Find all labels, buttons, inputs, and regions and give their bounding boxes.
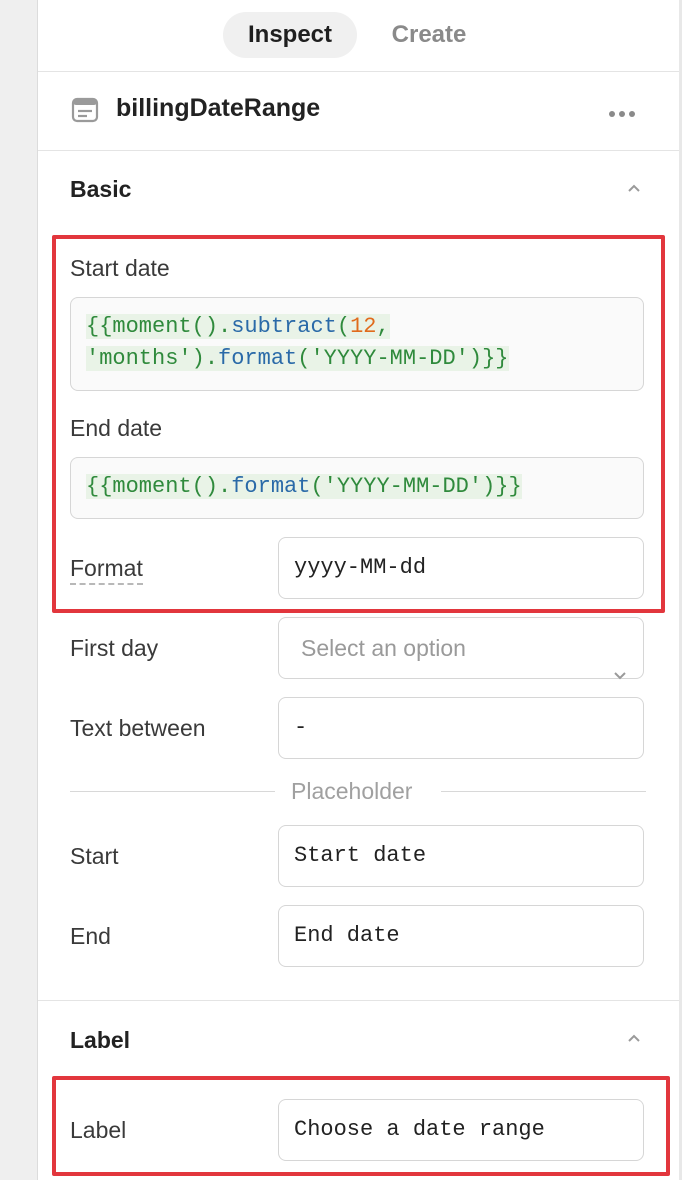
highlight-box-dates [52,235,665,613]
text-between-input[interactable]: - [278,697,644,759]
highlight-box-label [52,1076,670,1176]
first-day-label: First day [70,635,159,661]
first-day-select[interactable]: Select an option [278,617,644,680]
panel-tabs: Inspect Create [38,0,679,72]
tab-inspect[interactable]: Inspect [223,12,357,58]
first-day-placeholder: Select an option [301,635,466,661]
start-placeholder-label: Start [70,843,119,869]
text-between-label: Text between [70,715,206,741]
chevron-up-icon[interactable] [627,180,641,198]
date-range-icon [71,96,99,129]
chevron-down-icon [613,642,627,702]
divider-line-left [70,791,275,792]
left-gutter [0,0,38,1180]
section-divider [38,1000,679,1001]
section-title-label: Label [70,1027,131,1053]
more-horizontal-icon[interactable] [608,106,636,124]
end-placeholder-input[interactable]: End date [278,905,644,967]
component-name[interactable]: billingDateRange [116,94,320,123]
chevron-up-icon[interactable] [627,1030,641,1048]
tab-create[interactable]: Create [370,12,488,58]
start-placeholder-input[interactable]: Start date [278,825,644,887]
component-header: billingDateRange [38,72,679,151]
section-title-basic: Basic [70,176,132,202]
placeholder-divider-label: Placeholder [291,778,413,804]
end-placeholder-label: End [70,923,111,949]
divider-line-right [441,791,646,792]
